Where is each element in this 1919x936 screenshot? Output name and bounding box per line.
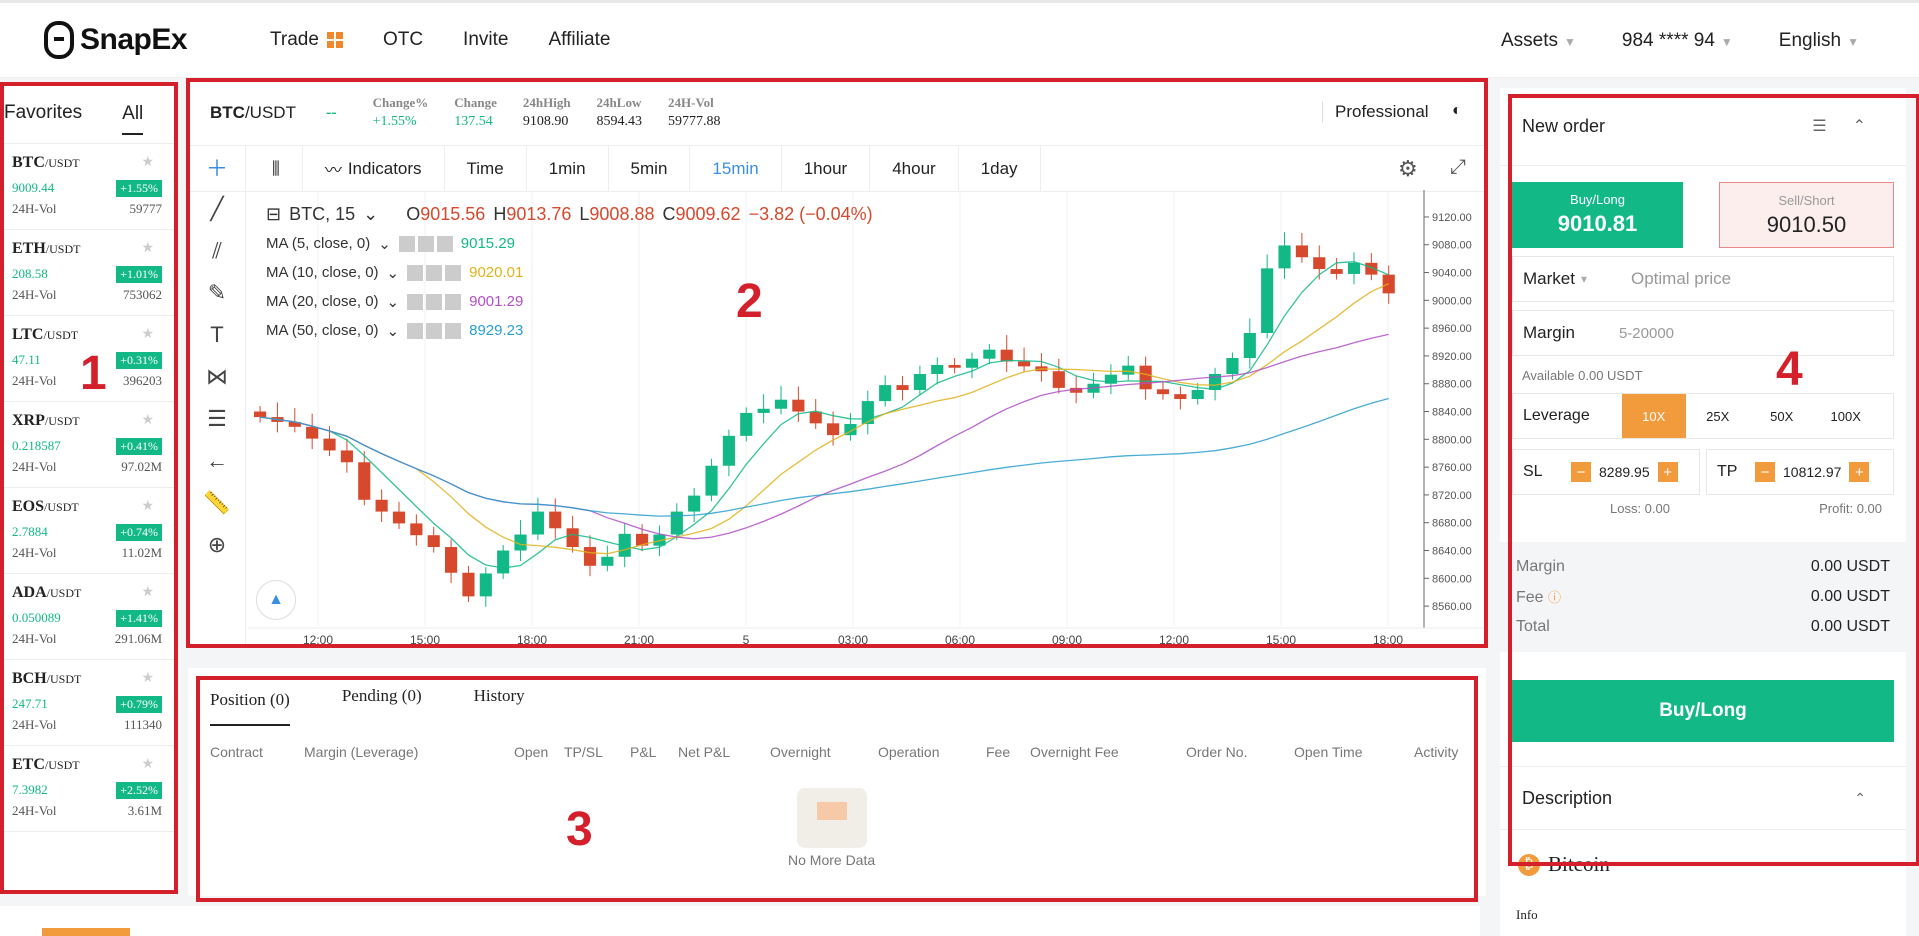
brand-name: SnapEx <box>80 23 188 56</box>
footer-orange-bar <box>42 928 130 936</box>
grid-icon <box>326 32 343 48</box>
language-menu[interactable]: English ▼ <box>1779 30 1859 52</box>
nav-right: Assets ▼ 984 **** 94 ▼ English ▼ <box>1501 30 1859 52</box>
logo-mark-icon <box>44 21 74 59</box>
nav-otc[interactable]: OTC <box>383 29 423 51</box>
annotation-box-3 <box>196 676 1478 902</box>
annotation-label-3: 3 <box>566 803 593 856</box>
chevron-down-icon: ▼ <box>1847 35 1859 49</box>
nav-invite[interactable]: Invite <box>463 29 508 51</box>
annotation-label-2: 2 <box>736 275 763 328</box>
assets-menu[interactable]: Assets ▼ <box>1501 30 1576 52</box>
info-label: Info <box>1516 907 1538 922</box>
nav-trade[interactable]: Trade <box>270 29 343 51</box>
footer-strip <box>0 906 1480 936</box>
nav-affiliate[interactable]: Affiliate <box>548 29 610 51</box>
annotation-box-1 <box>0 82 178 894</box>
annotation-box-2 <box>186 78 1488 648</box>
chevron-down-icon: ▼ <box>1564 35 1576 49</box>
account-menu[interactable]: 984 **** 94 ▼ <box>1622 30 1733 52</box>
top-navbar: SnapEx Trade OTC Invite Affiliate Assets… <box>0 0 1919 78</box>
annotation-label-4: 4 <box>1776 343 1803 396</box>
annotation-box-4 <box>1508 94 1919 866</box>
chevron-down-icon: ▼ <box>1720 35 1733 49</box>
main-nav: Trade OTC Invite Affiliate <box>270 29 610 51</box>
annotation-label-1: 1 <box>80 347 107 400</box>
logo[interactable]: SnapEx <box>44 21 188 59</box>
